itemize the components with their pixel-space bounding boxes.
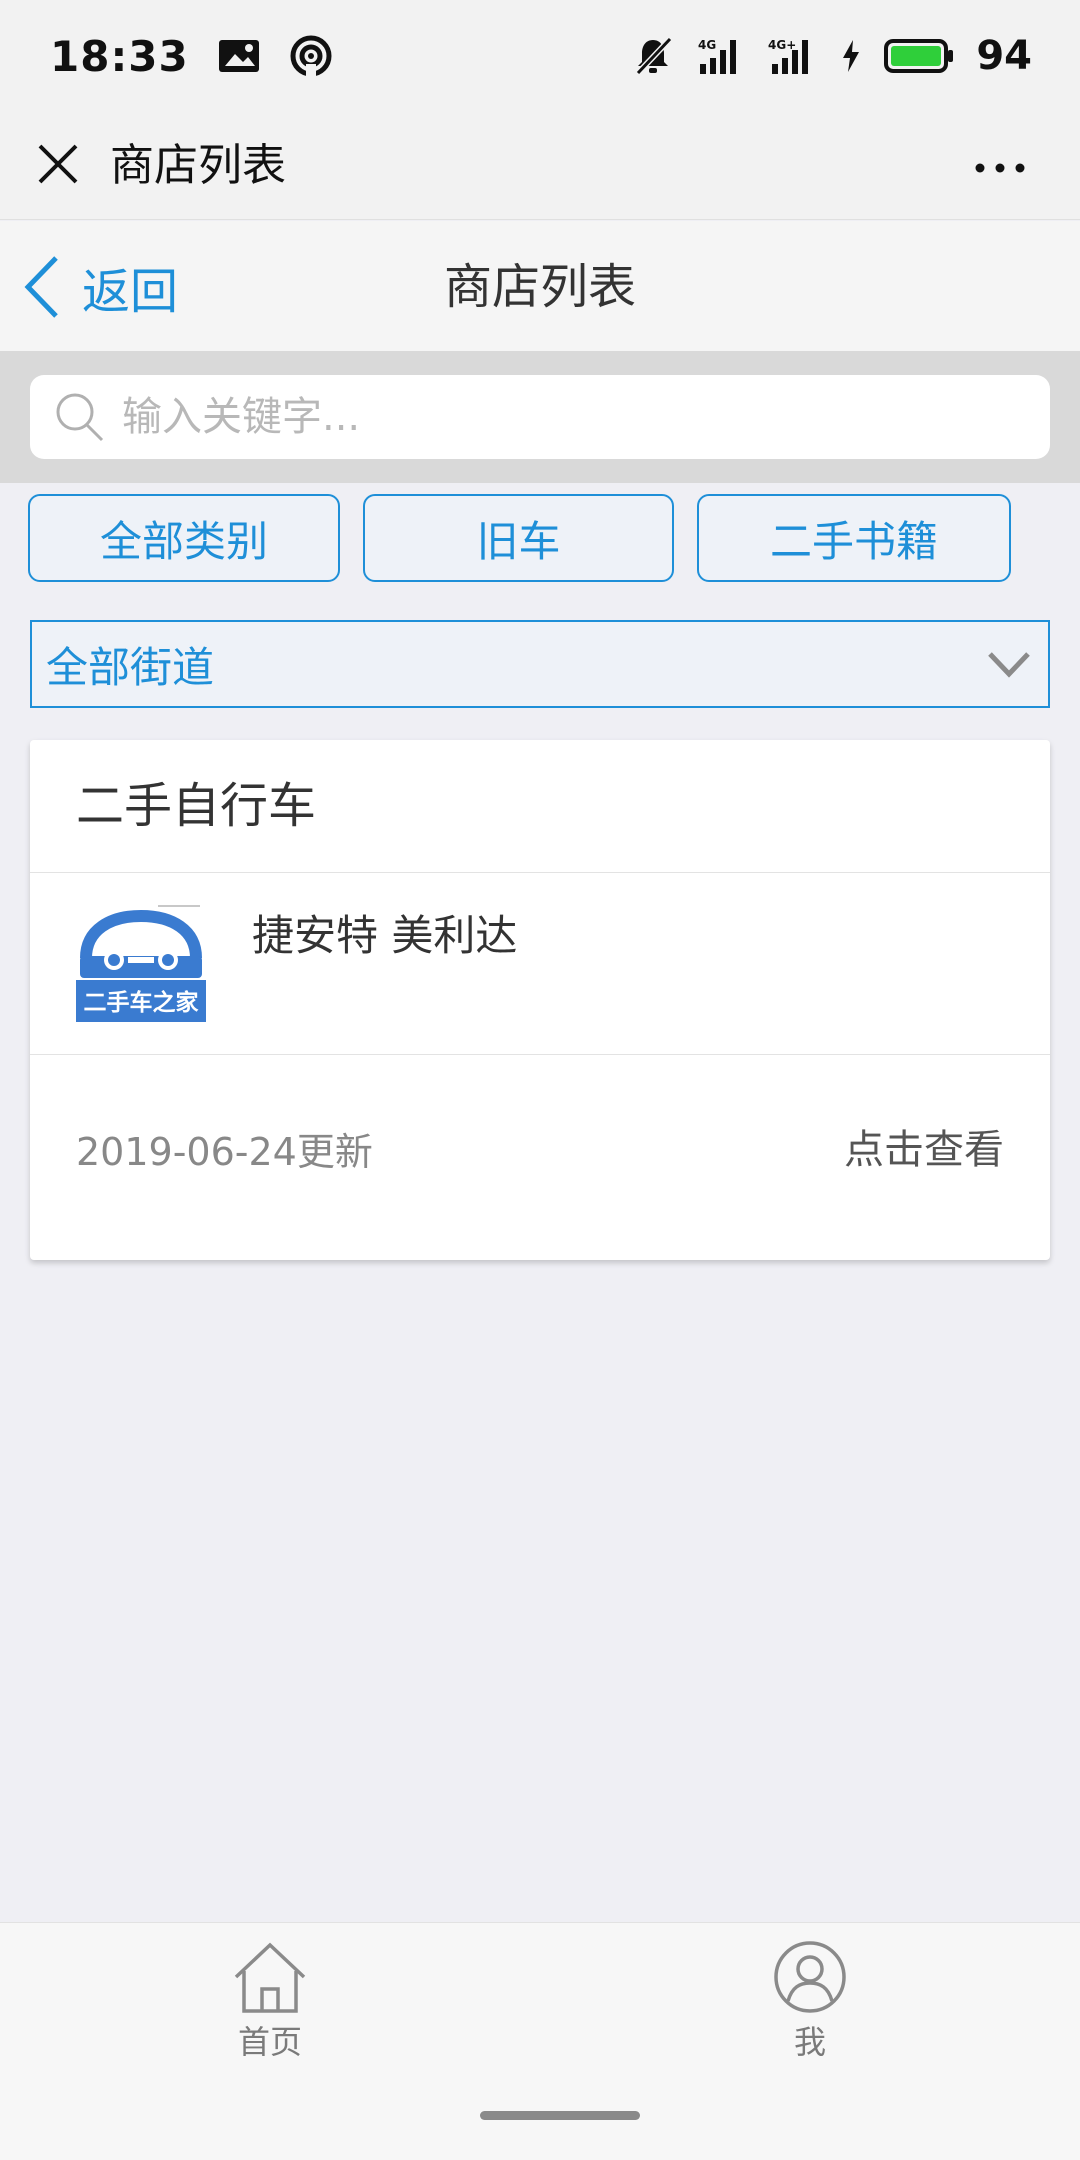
home-icon [234, 1942, 306, 2013]
category-button-all[interactable]: 全部类别 [28, 494, 340, 582]
category-button-used-books[interactable]: 二手书籍 [697, 494, 1011, 582]
signal-4g-plus-icon: 4G+ [768, 38, 809, 74]
search-input[interactable] [122, 394, 1022, 440]
card-updated-date: 2019-06-24更新 [76, 1130, 373, 1174]
street-select[interactable]: 全部街道 [30, 620, 1050, 708]
wechat-title: 商店列表 [110, 140, 286, 191]
image-notification-icon [218, 40, 259, 72]
card-title: 二手自行车 [76, 778, 317, 834]
bottom-tab-bar: 首页 我 [0, 1922, 1080, 2160]
card-item-name: 捷安特 美利达 [252, 911, 518, 960]
wechat-title-bar: 商店列表 [0, 112, 1080, 220]
search-bar [0, 351, 1080, 483]
street-select-value: 全部街道 [46, 642, 215, 692]
card-divider [30, 872, 1050, 873]
battery-percentage: 94 [976, 33, 1032, 79]
tab-me-label: 我 [793, 2023, 826, 2061]
search-box[interactable] [30, 375, 1050, 459]
signal-4g-icon: 4G [698, 38, 737, 74]
tab-home[interactable]: 首页 [190, 1939, 350, 2063]
shop-card[interactable]: 二手自行车 二手车之家 捷安特 美利达 2019-06-24更新 点击查看 [30, 740, 1050, 1260]
card-divider [30, 1054, 1050, 1055]
hotspot-icon [290, 35, 332, 78]
mute-icon [636, 36, 673, 76]
tab-me[interactable]: 我 [730, 1939, 890, 2063]
battery-icon [884, 39, 954, 73]
home-indicator[interactable] [480, 2111, 640, 2120]
tab-home-label: 首页 [237, 2023, 302, 2061]
page-header: 返回 商店列表 [0, 221, 1080, 351]
more-icon[interactable] [970, 136, 1030, 196]
category-button-used-cars[interactable]: 旧车 [363, 494, 674, 582]
svg-text:4G: 4G [698, 38, 716, 52]
user-icon [774, 1941, 846, 2013]
svg-text:4G+: 4G+ [768, 38, 796, 52]
view-details-link[interactable]: 点击查看 [844, 1122, 1004, 1178]
used-car-logo: 二手车之家 [76, 905, 206, 1022]
close-icon[interactable] [30, 136, 90, 196]
search-icon [56, 393, 104, 442]
charging-icon [843, 40, 860, 72]
chevron-down-icon [988, 652, 1030, 678]
status-bar: 18:33 4G 4G+ 94 [0, 0, 1080, 112]
status-time: 18:33 [50, 31, 189, 81]
page-title: 商店列表 [443, 259, 636, 315]
svg-text:二手车之家: 二手车之家 [84, 989, 199, 1016]
